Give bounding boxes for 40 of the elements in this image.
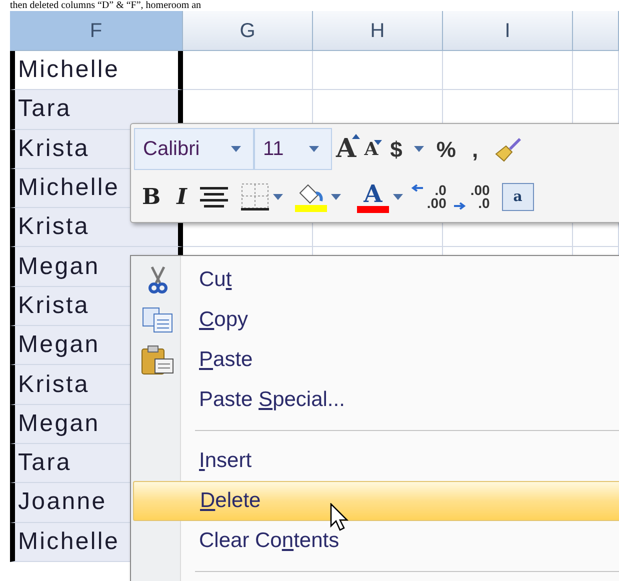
column-header[interactable]: H [313, 11, 443, 51]
align-center-icon[interactable] [198, 185, 229, 209]
shrink-font-button[interactable]: A [360, 136, 382, 162]
caret-icon[interactable] [272, 194, 283, 200]
table-cell[interactable]: Michelle [10, 51, 183, 90]
fill-color-button[interactable] [294, 182, 327, 212]
font-value: 11 [263, 137, 284, 162]
font-field[interactable]: Calibri [134, 128, 254, 170]
font-field[interactable]: 11 [254, 128, 332, 170]
borders-icon[interactable] [240, 183, 269, 211]
grow-font-button[interactable]: A [332, 130, 360, 168]
table-cell[interactable] [183, 51, 313, 90]
menu-item[interactable]: Delete [133, 481, 619, 521]
copy-icon [142, 307, 174, 333]
increase-decimal-button[interactable]: .0 .00 [410, 184, 450, 210]
paintbrush-icon[interactable] [494, 136, 522, 162]
font-color-button[interactable]: A [356, 182, 389, 212]
caret-icon[interactable] [309, 146, 319, 152]
scissors-icon [148, 266, 168, 294]
column-header[interactable]: G [183, 11, 313, 51]
table-cell[interactable] [573, 51, 619, 90]
format-button[interactable]: $ [382, 132, 410, 166]
format-button[interactable]: , [464, 132, 486, 166]
column-header[interactable]: I [443, 11, 573, 51]
up-triangle-icon [352, 134, 360, 138]
caret-icon[interactable] [231, 146, 241, 152]
table-cell[interactable] [443, 51, 573, 90]
caret-icon[interactable] [330, 194, 341, 200]
left-arrow-icon [410, 184, 423, 192]
table-cell[interactable]: Tara [10, 90, 183, 130]
table-cell[interactable] [313, 51, 443, 90]
caption-text: then deleted columns “D” & “F”, homeroom an [10, 0, 202, 11]
paste-icon [141, 345, 175, 375]
caret-icon[interactable] [392, 194, 403, 200]
column-header[interactable]: F [10, 11, 183, 51]
caret-icon[interactable] [414, 146, 424, 152]
right-arrow-icon [454, 202, 466, 210]
merge-center-button[interactable]: a [502, 183, 534, 211]
decrease-decimal-button[interactable]: .00 .0 [454, 184, 494, 210]
format-button[interactable]: % [428, 132, 464, 166]
